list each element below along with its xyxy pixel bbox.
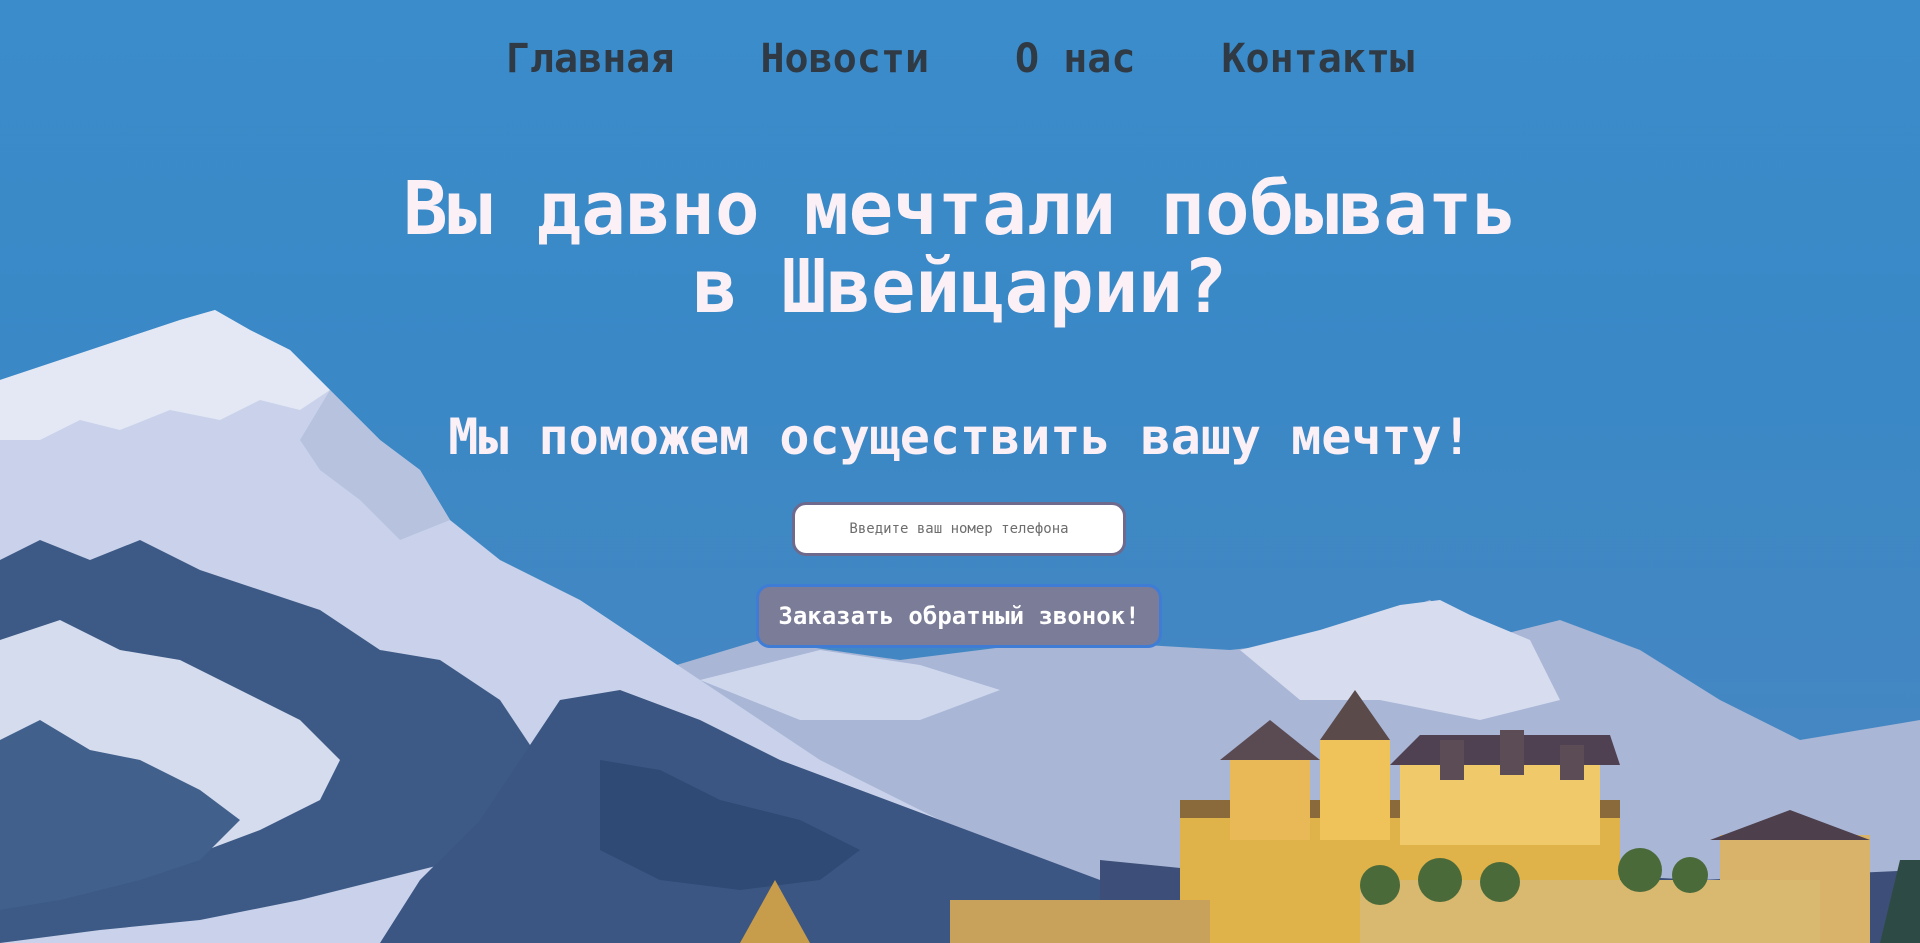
- nav-link-contacts[interactable]: Контакты: [1221, 36, 1414, 82]
- phone-input[interactable]: [792, 502, 1126, 556]
- nav-link-about[interactable]: О нас: [1015, 36, 1135, 82]
- nav-link-news[interactable]: Новости: [760, 36, 929, 82]
- callback-button[interactable]: Заказать обратный звонок!: [756, 584, 1162, 648]
- background-landscape: [0, 310, 1920, 943]
- nav-link-home[interactable]: Главная: [506, 36, 675, 82]
- hero-headline: Вы давно мечтали побывать в Швейцарии?: [403, 166, 1517, 330]
- hero-subheadline: Мы поможем осуществить вашу мечту!: [448, 408, 1472, 466]
- main-nav: Главная Новости О нас Контакты: [0, 36, 1920, 82]
- hero-section: Главная Новости О нас Контакты Вы давно …: [0, 0, 1920, 943]
